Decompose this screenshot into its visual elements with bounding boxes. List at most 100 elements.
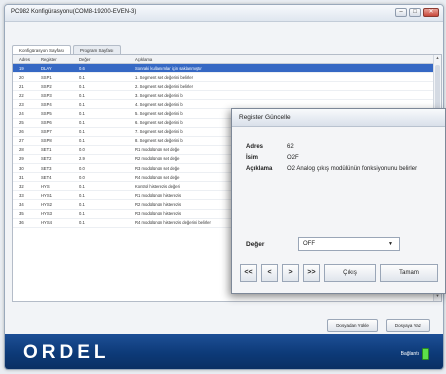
minimize-button[interactable]: – xyxy=(395,8,407,17)
cell-adres: 30 xyxy=(19,165,24,171)
column-header-register[interactable]: Register xyxy=(35,57,73,62)
cell-deger: 0.1 xyxy=(79,83,85,89)
cell-deger: 0.0 xyxy=(79,147,85,153)
cell-adres: 32 xyxy=(19,183,24,189)
cell-deger: 0.1 xyxy=(79,220,85,226)
last-record-button[interactable]: >> xyxy=(303,264,320,282)
cell-register: HYS1 xyxy=(41,192,52,198)
value-select-current: OFF xyxy=(303,241,315,247)
cell-register: HYS3 xyxy=(41,211,52,217)
table-header: Adres Register Değer Açıklama xyxy=(13,55,441,64)
address-row: Adres 62 xyxy=(246,144,445,150)
name-label: İsim xyxy=(246,155,259,161)
previous-record-button[interactable]: < xyxy=(261,264,278,282)
value-row: Değer OFF ▼ xyxy=(246,237,400,251)
dialog-body: Adres 62 İsim O2F Açıklama O2 Analog çık… xyxy=(232,144,445,172)
cell-deger: 0.0 xyxy=(79,165,85,171)
cell-adres: 34 xyxy=(19,201,24,207)
title-bar[interactable]: PC982 Konfigürasyonu(COM8-19200-EVEN-3) … xyxy=(5,5,443,22)
cell-deger: 0.1 xyxy=(79,201,85,207)
table-row[interactable]: 20 SSP1 0.1 1. Segment set değerini belirle… xyxy=(13,73,441,83)
description-label: Açıklama xyxy=(246,166,273,172)
cell-adres: 22 xyxy=(19,92,24,98)
cell-deger: 2.9 xyxy=(79,156,85,162)
cell-adres: 25 xyxy=(19,120,24,126)
name-row: İsim O2F xyxy=(246,155,445,161)
description-row: Açıklama O2 Analog çıkış modülünün fonks… xyxy=(246,166,445,172)
cell-register: SSP6 xyxy=(41,120,52,126)
cell-register: HYS xyxy=(41,183,50,189)
chevron-down-icon[interactable]: ▼ xyxy=(388,241,393,247)
cell-register: HYS2 xyxy=(41,201,52,207)
save-to-file-button[interactable]: Dosyaya Yaz xyxy=(385,319,430,332)
scroll-up-arrow-icon[interactable]: ▲ xyxy=(434,55,441,63)
address-value: 62 xyxy=(287,144,294,150)
footer-bar: ORDEL Bağlantı xyxy=(5,334,443,369)
cell-adres: 33 xyxy=(19,192,24,198)
window-controls: – □ ✕ xyxy=(395,8,439,17)
table-row[interactable]: 19 DLAY 0.6 Sonraki kullanımlar için saklan… xyxy=(13,64,441,74)
file-buttons: Dosyadan Yükle Dosyaya Yaz xyxy=(327,319,430,332)
cell-deger: 0.1 xyxy=(79,111,85,117)
cell-adres: 19 xyxy=(19,65,24,71)
register-update-dialog: Register Güncelle Adres 62 İsim O2F Açık… xyxy=(231,108,446,294)
cell-deger: 0.1 xyxy=(79,183,85,189)
load-from-file-button[interactable]: Dosyadan Yükle xyxy=(327,319,378,332)
next-record-button[interactable]: > xyxy=(282,264,299,282)
cell-register: SET2 xyxy=(41,156,52,162)
maximize-button[interactable]: □ xyxy=(409,8,421,17)
cell-register: SSP3 xyxy=(41,92,52,98)
description-value: O2 Analog çıkış modülünün fonksiyonunu b… xyxy=(287,166,418,172)
cell-adres: 28 xyxy=(19,147,24,153)
scroll-down-arrow-icon[interactable]: ▼ xyxy=(434,293,441,301)
cell-adres: 35 xyxy=(19,211,24,217)
first-record-button[interactable]: << xyxy=(240,264,257,282)
cell-aciklama: Sonraki kullanımlar için saklanmıştır xyxy=(135,65,202,71)
ok-button[interactable]: Tamam xyxy=(380,264,438,282)
value-label: Değer xyxy=(246,240,265,248)
connection-status-label: Bağlantı xyxy=(400,351,419,357)
cell-adres: 20 xyxy=(19,74,24,80)
cell-deger: 0.1 xyxy=(79,211,85,217)
cell-aciklama: 4. Segment set değerini b xyxy=(135,101,183,107)
cell-register: SET3 xyxy=(41,165,52,171)
cell-register: SSP4 xyxy=(41,101,52,107)
cell-deger: 0.1 xyxy=(79,74,85,80)
cell-adres: 26 xyxy=(19,129,24,135)
cell-aciklama: 3. Segment set değerini b xyxy=(135,92,183,98)
name-value: O2F xyxy=(287,155,299,161)
column-header-aciklama[interactable]: Açıklama xyxy=(129,57,441,62)
cell-deger: 0.1 xyxy=(79,92,85,98)
dialog-title[interactable]: Register Güncelle xyxy=(232,109,445,127)
cell-deger: 0.6 xyxy=(79,65,85,71)
connection-led-icon xyxy=(422,348,429,360)
value-select[interactable]: OFF ▼ xyxy=(298,237,400,251)
column-header-adres[interactable]: Adres xyxy=(13,57,35,62)
cell-deger: 0.1 xyxy=(79,129,85,135)
cell-deger: 0.1 xyxy=(79,101,85,107)
column-header-deger[interactable]: Değer xyxy=(73,57,129,62)
cell-adres: 27 xyxy=(19,138,24,144)
cell-deger: 0.1 xyxy=(79,120,85,126)
ordel-logo: ORDEL xyxy=(23,342,110,363)
cell-register: SSP5 xyxy=(41,111,52,117)
connection-status: Bağlantı xyxy=(401,348,429,360)
cell-adres: 36 xyxy=(19,220,24,226)
window-title: PC982 Konfigürasyonu(COM8-19200-EVEN-3) xyxy=(11,9,137,15)
cell-register: SSP2 xyxy=(41,83,52,89)
cell-adres: 24 xyxy=(19,111,24,117)
cell-register: SET4 xyxy=(41,174,52,180)
cell-register: SSP7 xyxy=(41,129,52,135)
cell-deger: 0.0 xyxy=(79,174,85,180)
close-button[interactable]: ✕ xyxy=(423,8,439,17)
cell-aciklama: 1. Segment set değerini belirler xyxy=(135,74,193,80)
cell-register: SSP1 xyxy=(41,74,52,80)
cell-adres: 21 xyxy=(19,83,24,89)
table-row[interactable]: 21 SSP2 0.1 2. Segment set değerini belirle… xyxy=(13,82,441,92)
table-row[interactable]: 22 SSP3 0.1 3. Segment set değerini b xyxy=(13,91,441,101)
cell-deger: 0.1 xyxy=(79,138,85,144)
cell-register: SSP8 xyxy=(41,138,52,144)
cell-register: HYS4 xyxy=(41,220,52,226)
exit-button[interactable]: Çıkış xyxy=(324,264,376,282)
dialog-nav: << < > >> Çıkış Tamam xyxy=(240,264,438,282)
